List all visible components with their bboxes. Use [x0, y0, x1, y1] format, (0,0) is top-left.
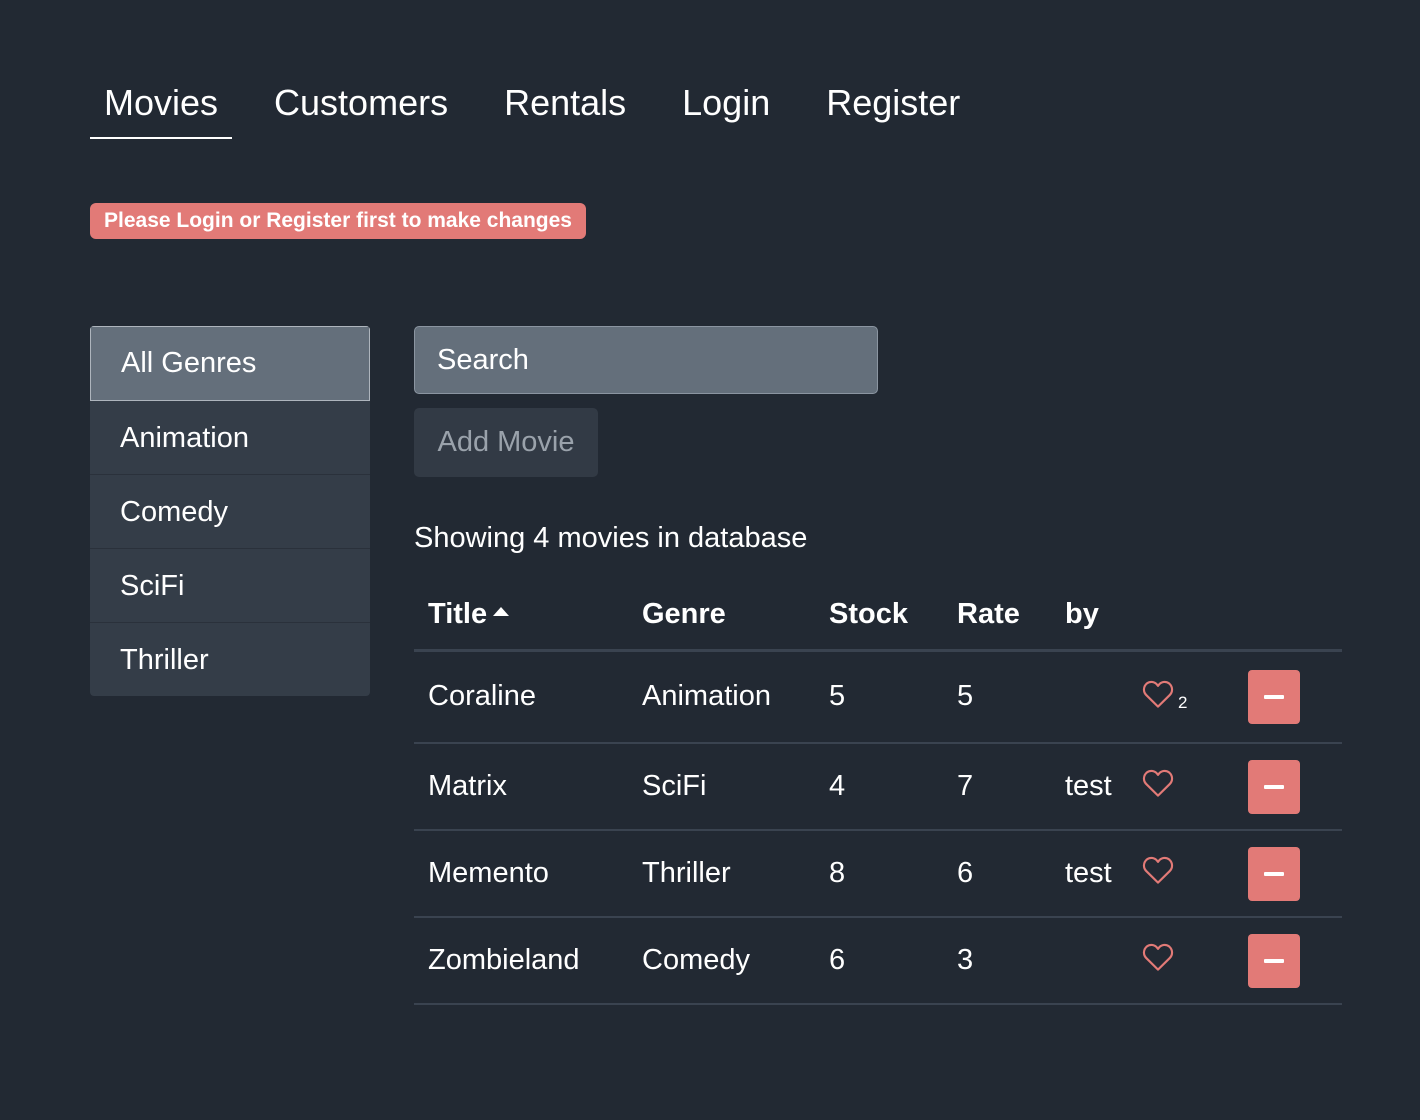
minus-icon: [1264, 958, 1284, 963]
cell-like: [1142, 830, 1248, 918]
genre-item-all[interactable]: All Genres: [90, 326, 370, 401]
genre-list: All Genres Animation Comedy SciFi Thrill…: [90, 326, 370, 696]
table-header-row: Title Genre Stock Rate by: [414, 580, 1342, 652]
column-header-title[interactable]: Title: [414, 580, 628, 652]
minus-icon: [1264, 871, 1284, 876]
genre-item-comedy[interactable]: Comedy: [90, 475, 370, 549]
cell-rate: 7: [943, 743, 1051, 831]
search-input[interactable]: [414, 326, 878, 394]
column-header-stock[interactable]: Stock: [815, 580, 943, 652]
nav-login[interactable]: Login: [668, 64, 784, 139]
nav-customers[interactable]: Customers: [260, 64, 462, 139]
heart-outline-icon[interactable]: [1142, 768, 1174, 798]
heart-outline-icon[interactable]: [1142, 679, 1174, 709]
nav-movies[interactable]: Movies: [90, 64, 233, 139]
cell-genre: Comedy: [628, 917, 815, 1005]
heart-outline-icon[interactable]: [1142, 942, 1174, 972]
heart-outline-icon[interactable]: [1142, 855, 1174, 885]
cell-genre: Animation: [628, 650, 815, 744]
cell-title: Coraline: [414, 650, 628, 744]
cell-by: test: [1051, 743, 1142, 831]
cell-stock: 4: [815, 743, 943, 831]
column-header-title-label: Title: [428, 597, 488, 630]
movie-count-text: Showing 4 movies in database: [414, 522, 808, 554]
cell-stock: 6: [815, 917, 943, 1005]
column-header-rate[interactable]: Rate: [943, 580, 1051, 652]
cell-title: Matrix: [414, 743, 628, 831]
nav-rentals[interactable]: Rentals: [490, 64, 640, 139]
cell-rate: 3: [943, 917, 1051, 1005]
cell-like: 2: [1142, 650, 1248, 744]
table-row: Zombieland Comedy 6 3: [414, 917, 1342, 1005]
main-nav: Movies Customers Rentals Login Register: [90, 64, 1002, 139]
cell-delete: [1248, 743, 1342, 831]
cell-rate: 6: [943, 830, 1051, 918]
delete-button[interactable]: [1248, 759, 1300, 814]
cell-rate: 5: [943, 650, 1051, 744]
genre-item-thriller[interactable]: Thriller: [90, 623, 370, 696]
column-header-by: by: [1051, 580, 1142, 652]
cell-genre: Thriller: [628, 830, 815, 918]
delete-button[interactable]: [1248, 669, 1300, 724]
delete-button[interactable]: [1248, 846, 1300, 901]
minus-icon: [1264, 784, 1284, 789]
cell-genre: SciFi: [628, 743, 815, 831]
column-header-like: [1142, 580, 1248, 652]
cell-delete: [1248, 917, 1342, 1005]
table-row: Coraline Animation 5 5 2: [414, 650, 1342, 744]
column-header-genre[interactable]: Genre: [628, 580, 815, 652]
genre-item-animation[interactable]: Animation: [90, 401, 370, 475]
movies-table: Title Genre Stock Rate by Coraline Anima…: [414, 580, 1342, 1005]
cell-like: [1142, 917, 1248, 1005]
login-required-alert: Please Login or Register first to make c…: [90, 203, 586, 239]
cell-title: Zombieland: [414, 917, 628, 1005]
add-movie-button[interactable]: Add Movie: [414, 408, 598, 477]
cell-title: Memento: [414, 830, 628, 918]
table-row: Memento Thriller 8 6 test: [414, 830, 1342, 918]
table-row: Matrix SciFi 4 7 test: [414, 743, 1342, 831]
minus-icon: [1264, 694, 1284, 699]
cell-stock: 5: [815, 650, 943, 744]
cell-delete: [1248, 650, 1342, 744]
cell-by: [1051, 650, 1142, 744]
cell-stock: 8: [815, 830, 943, 918]
like-count: 2: [1178, 693, 1188, 713]
column-header-delete: [1248, 580, 1342, 652]
genre-item-scifi[interactable]: SciFi: [90, 549, 370, 623]
cell-delete: [1248, 830, 1342, 918]
cell-by: [1051, 917, 1142, 1005]
caret-up-icon: [493, 606, 510, 616]
cell-like: [1142, 743, 1248, 831]
delete-button[interactable]: [1248, 933, 1300, 988]
nav-register[interactable]: Register: [812, 64, 974, 139]
cell-by: test: [1051, 830, 1142, 918]
